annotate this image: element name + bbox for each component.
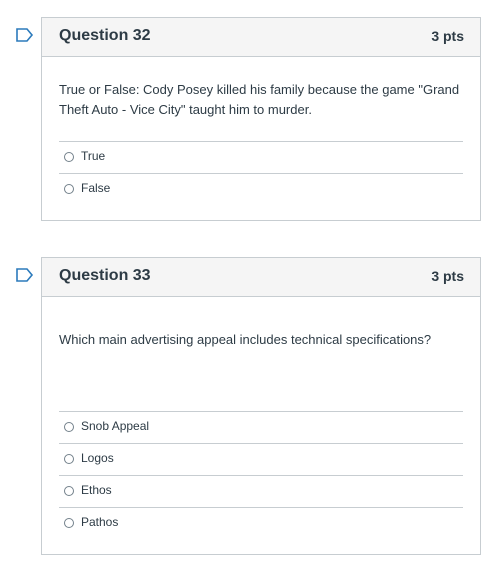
answer-label: Ethos [81,483,112,497]
radio-icon[interactable] [64,152,74,162]
answer-list: Snob Appeal Logos Ethos Pathos [59,411,463,539]
question-points: 3 pts [431,268,464,284]
radio-icon[interactable] [64,184,74,194]
radio-icon[interactable] [64,454,74,464]
question-card-33: Question 33 3 pts Which main advertising… [16,257,481,555]
answer-label: Snob Appeal [81,419,150,433]
question-card-32: Question 32 3 pts True or False: Cody Po… [16,17,481,221]
radio-icon[interactable] [64,486,74,496]
question-title: Question 33 [59,267,151,284]
flag-icon[interactable] [16,268,34,282]
answer-option[interactable]: True [59,141,463,173]
question-header: Question 33 3 pts [42,258,480,297]
answer-label: Logos [81,451,114,465]
answer-label: False [81,181,111,195]
answer-option[interactable]: Logos [59,443,463,475]
question-points: 3 pts [431,28,464,44]
answer-list: True False [59,141,463,205]
answer-option[interactable]: False [59,173,463,205]
radio-icon[interactable] [64,422,74,432]
radio-icon[interactable] [64,518,74,528]
question-text: True or False: Cody Posey killed his fam… [59,82,460,117]
flag-icon[interactable] [16,28,34,42]
answer-label: True [81,149,106,163]
answer-option[interactable]: Ethos [59,475,463,507]
question-text: Which main advertising appeal includes t… [59,332,432,347]
question-header: Question 32 3 pts [42,18,480,57]
question-title: Question 32 [59,27,151,44]
answer-option[interactable]: Pathos [59,507,463,539]
answer-label: Pathos [81,515,119,529]
answer-option[interactable]: Snob Appeal [59,411,463,443]
